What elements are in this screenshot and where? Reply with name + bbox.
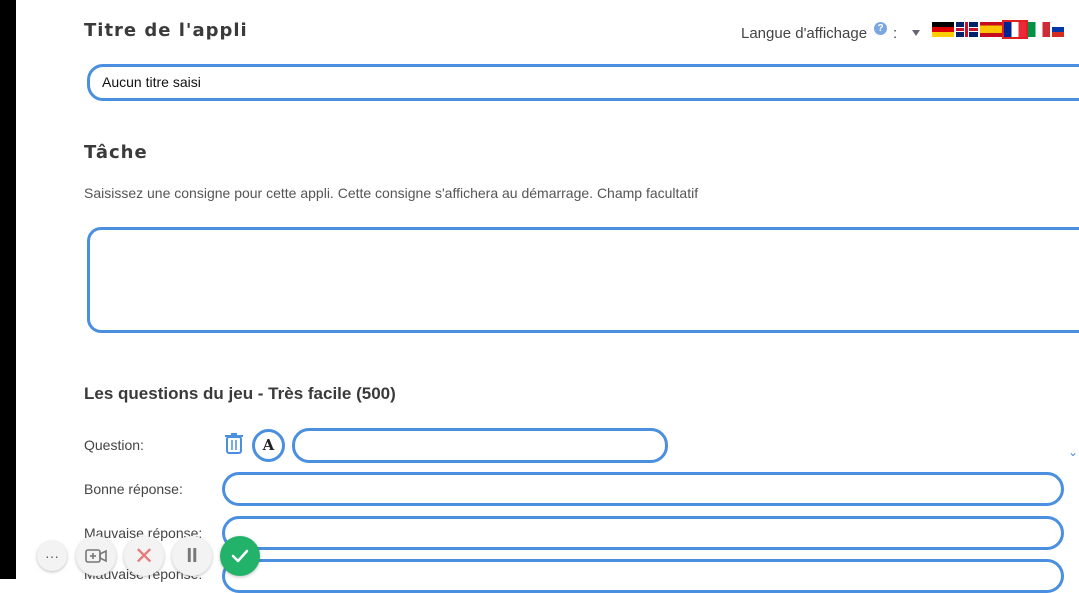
confirm-recording-button[interactable]	[220, 536, 260, 576]
help-icon[interactable]: ?	[874, 22, 887, 35]
good-answer-input[interactable]	[222, 472, 1064, 506]
question-label: Question:	[84, 437, 144, 453]
flag-german-icon[interactable]	[932, 22, 954, 37]
pause-recording-button[interactable]: II	[172, 536, 212, 576]
language-dropdown-arrow-icon[interactable]	[912, 30, 920, 36]
language-flags	[932, 20, 1064, 39]
question-input[interactable]	[292, 428, 668, 463]
chevron-down-icon[interactable]: ⌄	[1068, 445, 1078, 459]
task-description: Saisissez une consigne pour cette appli.…	[84, 185, 699, 201]
task-textarea[interactable]	[87, 227, 1079, 333]
good-answer-label: Bonne réponse:	[84, 481, 183, 497]
trash-icon[interactable]	[224, 432, 244, 454]
video-camera-icon	[85, 549, 107, 563]
cancel-recording-button[interactable]: ✕	[124, 536, 164, 576]
more-options-button[interactable]: ···	[37, 541, 67, 571]
bad-answer-input[interactable]	[222, 516, 1064, 550]
flag-italian-icon[interactable]	[1028, 22, 1050, 37]
questions-section-title: Les questions du jeu - Très facile (500)	[84, 384, 396, 403]
app-title-input[interactable]: Aucun titre saisi	[87, 64, 1079, 101]
language-colon: :	[893, 25, 898, 42]
text-format-button[interactable]: A	[252, 429, 285, 462]
language-label: Langue d'affichage	[741, 25, 868, 42]
flag-spanish-icon[interactable]	[980, 22, 1002, 37]
left-edge-bar	[0, 0, 16, 579]
app-title-heading: Titre de l'appli	[84, 20, 248, 41]
camera-toggle-button[interactable]	[76, 536, 116, 576]
flag-russian-icon[interactable]	[1052, 22, 1064, 37]
checkmark-icon	[231, 549, 249, 563]
bad-answer-input-2[interactable]	[222, 559, 1064, 593]
task-heading: Tâche	[84, 142, 148, 163]
flag-french-icon[interactable]	[1002, 20, 1028, 39]
flag-english-icon[interactable]	[956, 22, 978, 37]
